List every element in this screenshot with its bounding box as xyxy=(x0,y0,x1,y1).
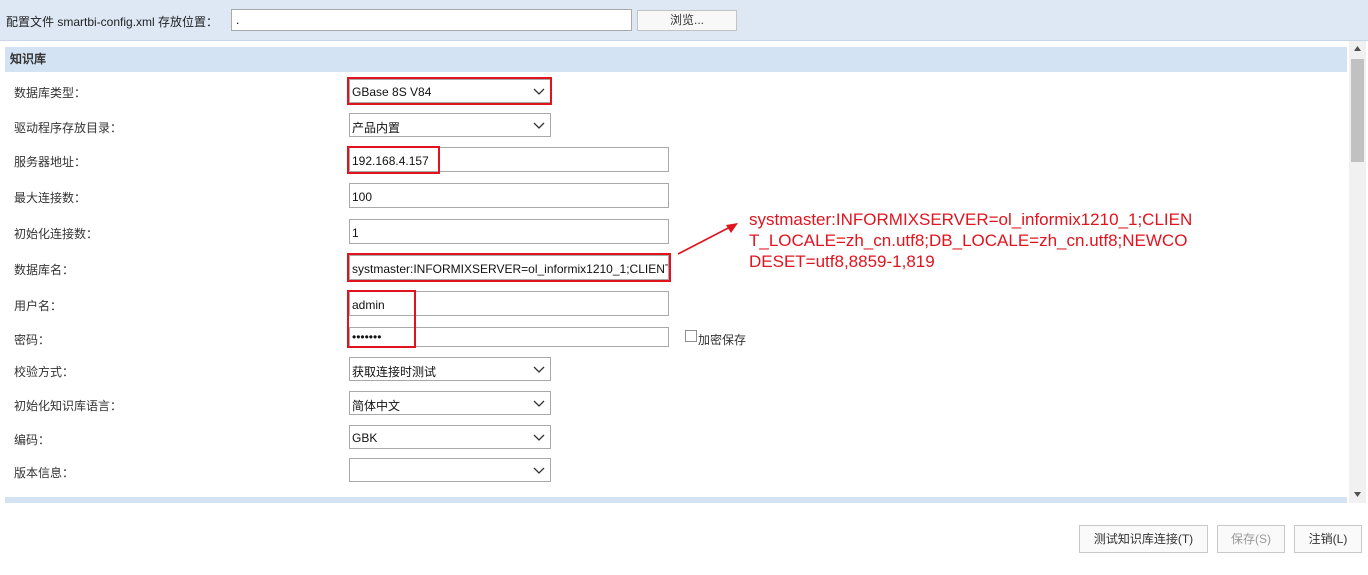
vertical-scrollbar[interactable] xyxy=(1349,41,1366,503)
scrollbar-thumb[interactable] xyxy=(1351,59,1364,162)
config-path-bar: 配置文件 smartbi-config.xml 存放位置： 浏览... xyxy=(0,0,1368,41)
max-conn-input[interactable]: 100 xyxy=(349,183,669,208)
init-conn-value: 1 xyxy=(352,226,359,240)
config-path-input[interactable] xyxy=(231,9,632,31)
config-path-label: 配置文件 smartbi-config.xml 存放位置： xyxy=(6,15,219,29)
encoding-value: GBK xyxy=(352,431,378,445)
browse-button[interactable]: 浏览... xyxy=(637,10,737,31)
chevron-down-icon xyxy=(533,434,545,441)
footer-bar: 测试知识库连接(T) 保存(S) 注销(L) xyxy=(0,503,1368,575)
db-type-value: GBase 8S V84 xyxy=(352,85,432,99)
chevron-down-icon xyxy=(533,366,545,373)
form-scroll-area[interactable]: 知识库 数据库类型： GBase 8S V84 驱动程序存放目录： 产品内置 服… xyxy=(0,41,1368,503)
encrypt-checkbox[interactable] xyxy=(685,330,697,342)
password-input[interactable]: ••••••• xyxy=(349,327,669,347)
db-type-select[interactable]: GBase 8S V84 xyxy=(349,79,551,103)
config-page: 配置文件 smartbi-config.xml 存放位置： 浏览... 知识库 … xyxy=(0,0,1368,575)
init-conn-input[interactable]: 1 xyxy=(349,219,669,244)
language-label: 初始化知识库语言： xyxy=(14,399,123,413)
server-label: 服务器地址： xyxy=(14,155,87,169)
max-conn-value: 100 xyxy=(352,190,373,204)
test-connection-button[interactable]: 测试知识库连接(T) xyxy=(1079,525,1208,553)
driver-dir-select[interactable]: 产品内置 xyxy=(349,113,551,137)
encoding-label: 编码： xyxy=(14,433,51,447)
annotation-arrow-icon xyxy=(677,223,738,255)
language-value: 简体中文 xyxy=(352,399,401,413)
server-value: 192.168.4.157 xyxy=(352,154,429,168)
encrypt-label: 加密保存 xyxy=(698,333,747,347)
validate-select[interactable]: 获取连接时测试 xyxy=(349,357,551,381)
save-button[interactable]: 保存(S) xyxy=(1217,525,1285,553)
scroll-up-icon[interactable] xyxy=(1353,44,1362,53)
server-input[interactable]: 192.168.4.157 xyxy=(349,147,669,172)
scroll-down-icon[interactable] xyxy=(1353,490,1362,499)
db-type-label: 数据库类型： xyxy=(14,86,87,100)
chevron-down-icon xyxy=(533,88,545,95)
username-input[interactable]: admin xyxy=(349,291,669,316)
init-conn-label: 初始化连接数： xyxy=(14,227,99,241)
db-name-input[interactable]: systmaster:INFORMIXSERVER=ol_informix121… xyxy=(349,255,669,280)
language-select[interactable]: 简体中文 xyxy=(349,391,551,415)
encoding-select[interactable]: GBK xyxy=(349,425,551,449)
db-name-value: systmaster:INFORMIXSERVER=ol_informix121… xyxy=(352,262,669,276)
section-header-knowledge-base: 知识库 xyxy=(5,47,1347,72)
version-label: 版本信息： xyxy=(14,466,75,480)
logout-button[interactable]: 注销(L) xyxy=(1294,525,1362,553)
max-conn-label: 最大连接数： xyxy=(14,191,87,205)
username-label: 用户名： xyxy=(14,299,63,313)
version-select[interactable] xyxy=(349,458,551,482)
chevron-down-icon xyxy=(533,467,545,474)
validate-value: 获取连接时测试 xyxy=(352,365,437,379)
db-name-label: 数据库名： xyxy=(14,263,75,277)
password-label: 密码： xyxy=(14,333,51,347)
driver-dir-value: 产品内置 xyxy=(352,121,401,135)
chevron-down-icon xyxy=(533,122,545,129)
driver-dir-label: 驱动程序存放目录： xyxy=(14,121,123,135)
annotation-text: systmaster:INFORMIXSERVER=ol_informix121… xyxy=(749,210,1193,271)
password-value: ••••••• xyxy=(352,330,382,344)
validate-label: 校验方式： xyxy=(14,365,75,379)
chevron-down-icon xyxy=(533,400,545,407)
username-value: admin xyxy=(352,298,385,312)
